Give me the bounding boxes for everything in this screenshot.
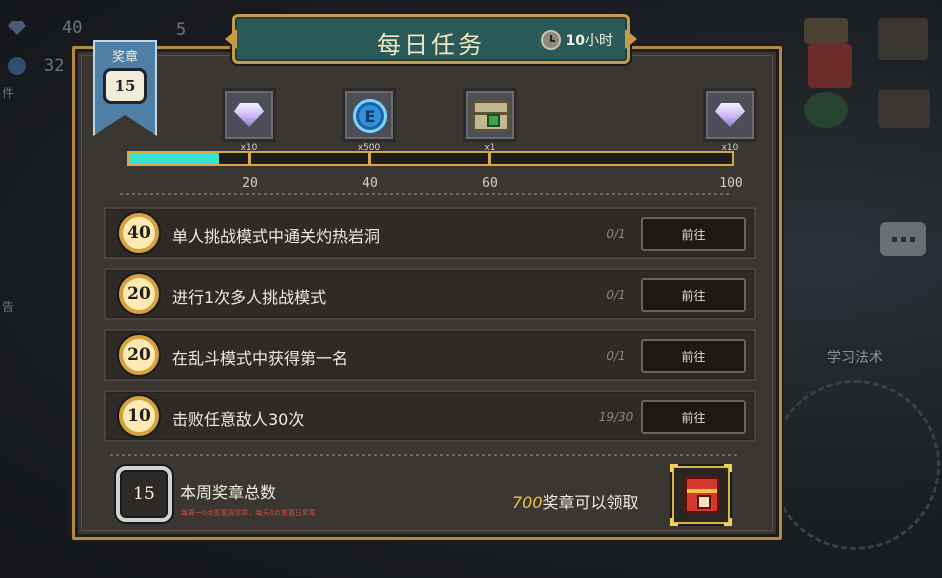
learn-spell-button[interactable]: 学习法术 <box>806 346 904 370</box>
hud-gem-stat: 40 <box>8 18 82 38</box>
e-coin-icon: E <box>353 99 387 133</box>
diamond-icon <box>715 103 745 127</box>
timer-number: 10 <box>565 33 585 49</box>
hud-plus-stat: 5 <box>176 20 186 40</box>
milestone-label: 40 <box>362 176 378 191</box>
weekly-medal-badge: 15 <box>116 466 172 522</box>
red-chest-icon <box>684 476 720 514</box>
corner-marker <box>724 518 732 526</box>
task-row: 20 在乱斗模式中获得第一名 0/1 前往 <box>104 329 756 381</box>
go-button[interactable]: 前往 <box>641 278 746 312</box>
milestone-label: 20 <box>242 176 258 191</box>
task-description: 击败任意敌人30次 <box>172 410 305 429</box>
reward-60[interactable]: x1 <box>463 88 517 153</box>
medal-label: 奖章 <box>111 50 138 65</box>
go-button[interactable]: 前往 <box>641 217 746 251</box>
corner-marker <box>670 518 678 526</box>
corner-marker <box>670 464 678 472</box>
task-description: 单人挑战模式中通关灼热岩洞 <box>172 227 381 246</box>
timer-unit: 小时 <box>585 33 613 49</box>
corner-marker <box>724 464 732 472</box>
task-points-badge: 40 <box>119 213 159 253</box>
progress-tick <box>248 151 251 166</box>
weekly-medal-title: 本周奖章总数 <box>180 483 277 502</box>
task-row: 20 进行1次多人挑战模式 0/1 前往 <box>104 268 756 320</box>
scene-eye-icon[interactable] <box>878 90 930 128</box>
reset-timer: 10小时 <box>540 30 613 50</box>
go-button[interactable]: 前往 <box>641 339 746 373</box>
hud-coin-count: 32 <box>44 56 65 76</box>
progress-tick <box>368 151 371 166</box>
task-points-badge: 10 <box>119 396 159 436</box>
reward-40[interactable]: E x500 <box>342 88 396 153</box>
medal-count: 15 <box>103 68 147 104</box>
task-description: 在乱斗模式中获得第一名 <box>172 349 349 368</box>
task-description: 进行1次多人挑战模式 <box>172 288 327 307</box>
task-points-badge: 20 <box>119 335 159 375</box>
task-progress: 0/1 <box>606 227 626 241</box>
joystick-wheel[interactable] <box>770 380 940 550</box>
divider <box>120 193 730 195</box>
scene-green-icon[interactable] <box>804 92 848 128</box>
side-label-1: 件 <box>2 86 15 100</box>
side-label-2: 告 <box>2 300 15 314</box>
clock-icon <box>540 30 561 50</box>
reward-100[interactable]: x10 <box>703 88 757 153</box>
go-button[interactable]: 前往 <box>641 400 746 434</box>
task-progress: 19/30 <box>598 410 634 424</box>
diamond-icon <box>234 103 264 127</box>
task-row: 10 击败任意敌人30次 19/30 前往 <box>104 390 756 442</box>
scene-chest-icon <box>804 18 848 44</box>
chest-icon <box>472 100 510 132</box>
milestone-label: 60 <box>482 176 498 191</box>
milestone-label: 100 <box>719 176 743 191</box>
chat-icon[interactable] <box>880 222 926 256</box>
progress-fill <box>129 153 220 164</box>
close-scene-button[interactable] <box>808 44 852 88</box>
e-coin-glyph: E <box>364 106 376 126</box>
task-points-badge: 20 <box>119 274 159 314</box>
reward-20[interactable]: x10 <box>222 88 276 153</box>
coin-icon <box>8 57 26 75</box>
hud-coin-stat: 32 <box>8 56 64 76</box>
divider <box>110 454 740 456</box>
scene-map-icon[interactable] <box>878 18 928 60</box>
title-banner: 每日任务 10小时 <box>225 14 637 64</box>
claimable-label: 奖章可以领取 <box>542 493 639 512</box>
claimable-number: 700 <box>512 493 543 512</box>
gem-icon <box>8 21 26 35</box>
task-progress: 0/1 <box>606 349 626 363</box>
claimable-text: 700奖章可以领取 <box>512 489 639 513</box>
progress-tick <box>488 151 491 166</box>
reset-note: 每周一0点重置周奖章，每天0点重置日奖章 <box>181 509 316 517</box>
task-progress: 0/1 <box>606 288 626 302</box>
hud-plus-count: 5 <box>176 20 187 40</box>
medal-progress-bar <box>127 151 734 166</box>
hud-gem-count: 40 <box>62 18 83 38</box>
claim-chest-button[interactable] <box>670 464 732 526</box>
task-row: 40 单人挑战模式中通关灼热岩洞 0/1 前往 <box>104 207 756 259</box>
